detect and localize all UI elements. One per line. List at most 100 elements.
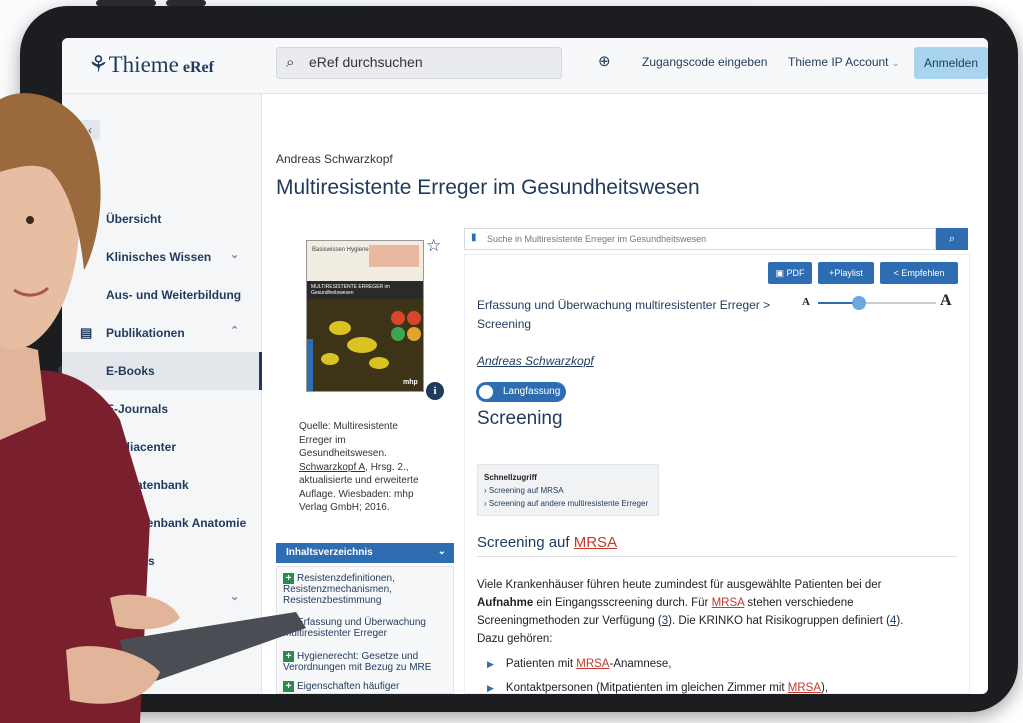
chevron-up-icon: ⌃ [230,325,240,337]
share-label: Empfehlen [901,268,945,278]
sidebar-item-bilddatenbank[interactable]: Bilddatenbank [62,466,262,504]
thieme-logo[interactable]: ⚘Thieme eRef [88,52,214,78]
sidebar-item-bilddatenbank-anatomie[interactable]: Bilddatenbank Anatomie [62,504,262,542]
bullet-icon: ▶ [487,683,494,693]
toc-title: Inhaltsverzeichnis [286,547,373,558]
chevron-right-icon: › [484,486,487,495]
book-search-input[interactable]: ▮ Suche in Multiresistente Erreger im Ge… [464,228,936,250]
font-size-slider[interactable]: A A [802,292,958,312]
info-icon[interactable]: i [426,382,444,400]
list-text: -Anamnese, [609,658,672,670]
plus-icon: + [283,617,294,628]
cover-dot [391,327,405,341]
quick-access-title: Schnellzugriff [484,473,537,482]
ip-account-label: Thieme IP Account [788,55,889,69]
sidebar-item-mediacenter[interactable]: Mediacenter [62,428,262,466]
toc-item[interactable]: + Erfassung und Überwachung multiresisten… [283,617,451,639]
bullet-icon: ▶ [487,659,494,669]
cover-publisher: mhp [403,379,418,386]
toc-item-label: Erfassung und Überwachung multiresistent… [283,617,426,639]
mrsa-link[interactable]: MRSA [574,534,617,551]
article-heading: Screening [477,408,563,429]
sidebar-item-label: Hilfe [106,592,133,606]
search-icon: ⌕ [286,54,295,71]
book-icon: ▮ [471,232,477,243]
slider-handle[interactable] [852,296,867,310]
sidebar: ‹ ⌂ Übersicht Klinisches Wissen ⌄ Aus- und… [62,94,262,694]
search-placeholder: eRef durchsuchen [309,54,423,70]
sidebar-item-ebooks[interactable]: E-Books [62,352,262,390]
list-text: Kontaktpersonen (Mitpatienten im gleiche… [505,682,788,694]
toc-item[interactable]: + Hygienerecht: Gesetze und Verordnungen … [283,651,451,673]
font-larger-icon: A [940,292,952,309]
para-bold: Aufnahme [477,597,534,609]
quick-link-label: Screening auf andere multiresistente Err… [488,499,649,508]
sidebar-item-ejournals[interactable]: E-Journals [62,390,262,428]
search-input[interactable]: ⌕ eRef durchsuchen [276,47,562,79]
cover-blob [369,357,389,369]
pdf-button[interactable]: ▣ PDF [768,262,812,284]
logo-mark-icon: ⚘ [88,52,109,77]
langfassung-toggle[interactable]: Langfassung [476,382,566,402]
chevron-down-icon: ⌄ [437,546,446,557]
toc-item[interactable]: + Resistenzdefinitionen, Resistenzmechani… [283,573,451,606]
toggle-label: Langfassung [503,386,561,397]
book-cover[interactable]: Basiswissen Hygiene MULTIRESISTENTE ERRE… [306,240,424,392]
screen: ⚘Thieme eRef ⌕ eRef durchsuchen ⊕ Zugangs… [62,38,988,694]
access-code-link[interactable]: Zugangscode eingeben [642,55,767,69]
cover-strip [307,339,313,391]
home-icon: ⌂ [80,211,88,226]
book-search-button[interactable]: ⌕ [936,228,968,250]
cover-dot [407,327,421,341]
sidebar-item-publikationen[interactable]: ▤ Publikationen ⌃ [62,314,262,352]
book-author[interactable]: Andreas Schwarzkopf [276,152,393,166]
sidebar-item-label: Übersicht [106,212,162,226]
logo-sub: eRef [182,59,214,76]
globe-icon[interactable]: ⊕ [598,52,611,70]
toc-header[interactable]: Inhaltsverzeichnis ⌄ [276,543,454,563]
cover-series: Basiswissen Hygiene [312,247,369,253]
sidebar-item-label: Klinisches Wissen [106,250,212,264]
pdf-icon: ▣ [775,268,784,278]
source-author-link[interactable]: Schwarzkopf A [299,462,365,473]
cover-band: MULTIRESISTENTE ERREGER im Gesundheitswe… [307,281,423,299]
sidebar-item-klinisches-wissen[interactable]: Klinisches Wissen ⌄ [62,238,262,276]
sidebar-item-uebersicht[interactable]: ⌂ Übersicht [62,200,262,238]
source-prefix: Quelle: Multiresistente Erreger im Gesun… [299,421,398,459]
ip-account-menu[interactable]: Thieme IP Account ⌄ [788,55,899,69]
login-button[interactable]: Anmelden [914,47,988,79]
tablet-button [96,0,156,6]
sidebar-item-hilfe[interactable]: Hilfe ⌄ [62,580,262,618]
star-icon[interactable]: ☆ [426,236,441,256]
quick-link[interactable]: › Screening auf MRSA [484,484,658,497]
plus-icon: + [283,573,294,584]
cover-blob [347,337,377,353]
para-text: ). Die KRINKO hat Risikogruppen definier… [668,615,890,627]
para-text: Dazu gehören: [477,633,553,645]
sidebar-item-label: Bilddatenbank Anatomie [106,516,247,530]
toc-list: + Resistenzdefinitionen, Resistenzmechani… [276,566,454,694]
page-title: Multiresistente Erreger im Gesundheitswe… [276,176,700,199]
para-line: Viele Krankenhäuser führen heute zuminde… [477,579,882,591]
para-text: stehen verschiedene [744,597,854,609]
share-icon: < [893,268,899,278]
share-button[interactable]: < Empfehlen [880,262,958,284]
plus-icon: + [283,681,294,692]
sidebar-item-playlists[interactable]: Playlists [62,542,262,580]
chevron-down-icon: ⌄ [230,591,240,603]
sidebar-item-aus-weiterbildung[interactable]: Aus- und Weiterbildung [62,276,262,314]
toc-item[interactable]: + Eigenschaften häufiger [283,681,451,692]
collapse-sidebar-button[interactable]: ‹ [80,120,100,140]
cover-photo [369,245,419,267]
article-author-link[interactable]: Andreas Schwarzkopf [477,354,594,368]
mrsa-link[interactable]: MRSA [712,597,745,609]
sidebar-item-label: Publikationen [106,326,185,340]
breadcrumb[interactable]: Erfassung und Überwachung multiresistent… [477,296,787,334]
chevron-down-icon: ⌄ [230,249,240,261]
toc-item-label: Resistenzdefinitionen, Resistenzmechanis… [283,573,395,606]
mrsa-link[interactable]: MRSA [788,682,821,694]
quick-link[interactable]: › Screening auf andere multiresistente E… [484,497,658,510]
cover-blob [321,353,339,365]
add-playlist-button[interactable]: +Playlist [818,262,874,284]
mrsa-link[interactable]: MRSA [576,658,609,670]
